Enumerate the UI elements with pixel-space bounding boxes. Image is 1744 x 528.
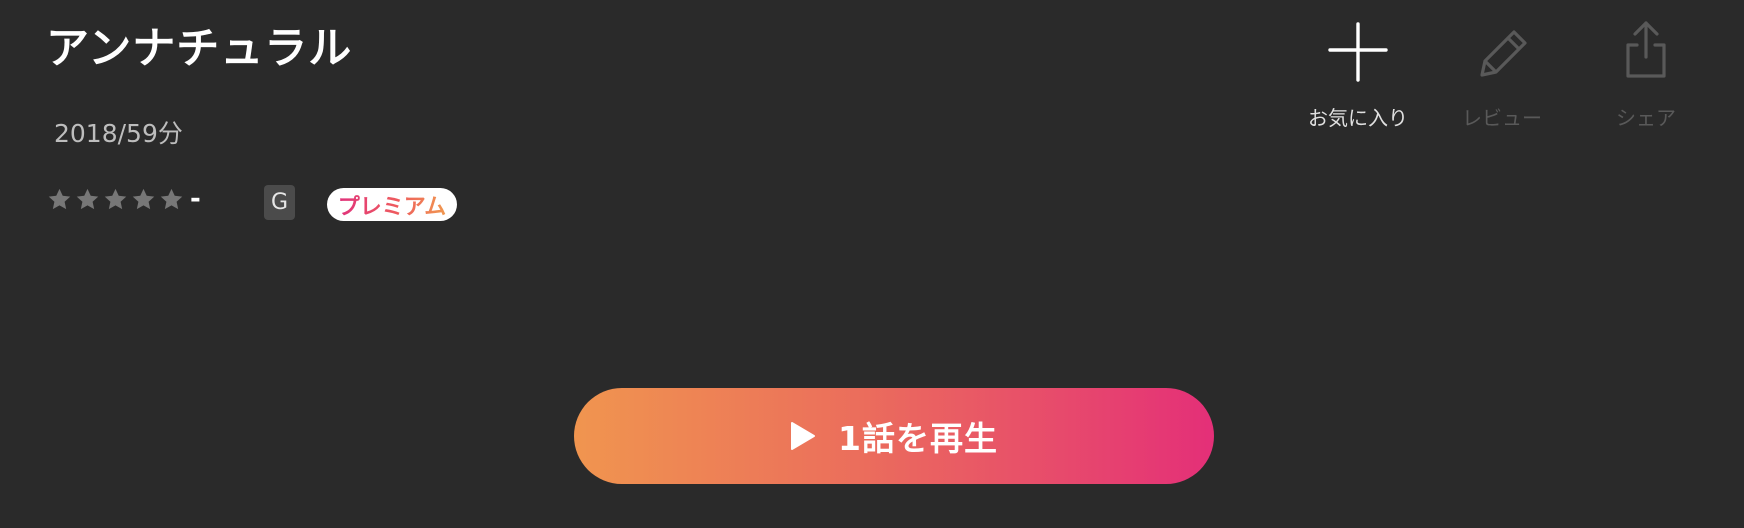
review-label: レビュー: [1462, 106, 1542, 130]
premium-badge: プレミアム: [327, 188, 457, 221]
year-duration: 2018/59分: [54, 119, 183, 148]
share-label: シェア: [1616, 106, 1676, 130]
plus-icon: [1326, 18, 1390, 82]
share-button[interactable]: シェア: [1576, 18, 1716, 131]
review-button[interactable]: レビュー: [1432, 18, 1572, 131]
star-icon: [159, 187, 184, 212]
share-icon: [1614, 18, 1678, 82]
rating: -: [47, 184, 201, 214]
play-icon: [790, 421, 816, 451]
star-icon: [131, 187, 156, 212]
star-icon: [47, 187, 72, 212]
content-title: アンナチュラル: [46, 24, 353, 74]
pencil-icon: [1470, 18, 1534, 82]
star-icon: [103, 187, 128, 212]
favorite-button[interactable]: お気に入り: [1288, 18, 1428, 131]
play-episode-button[interactable]: 1話を再生: [574, 388, 1214, 484]
age-rating-badge: G: [264, 185, 295, 220]
play-label: 1話を再生: [838, 419, 998, 458]
rating-value: -: [190, 184, 201, 214]
favorite-label: お気に入り: [1308, 106, 1408, 130]
rating-stars: [47, 187, 184, 212]
star-icon: [75, 187, 100, 212]
premium-label: プレミアム: [338, 189, 446, 221]
